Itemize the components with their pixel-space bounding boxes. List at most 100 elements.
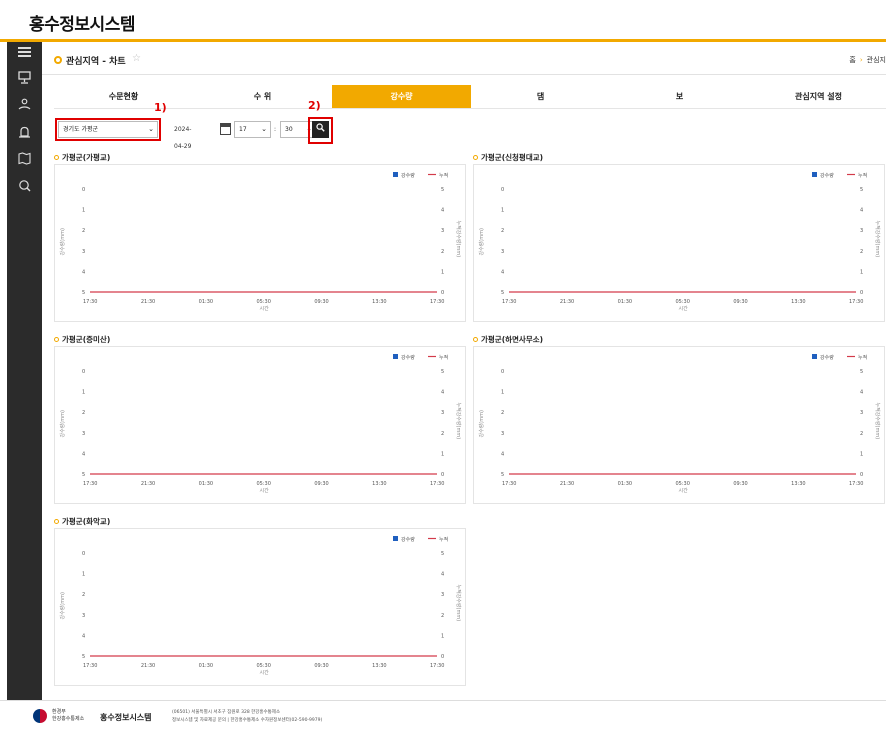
app-title[interactable]: 홍수정보시스템: [29, 10, 135, 35]
y-tick-left: 5: [82, 654, 85, 660]
legend-label-cumulative: 누적: [439, 536, 448, 543]
x-tick-label: 17:30: [83, 299, 97, 305]
y-tick-left: 0: [82, 369, 85, 375]
y-tick-right: 1: [441, 451, 444, 457]
alarm-icon[interactable]: [7, 124, 42, 146]
x-tick-label: 01:30: [199, 663, 213, 669]
chart-title: 가평군(증미산): [54, 334, 110, 345]
time-separator: :: [274, 126, 277, 133]
x-tick-label: 09:30: [314, 299, 328, 305]
chart-title-dot-icon: [473, 337, 478, 342]
legend-swatch-rainfall: [812, 354, 817, 359]
page-title: 관심지역 - 차트: [66, 57, 126, 67]
hour-select[interactable]: 17 ⌄: [234, 121, 271, 138]
x-tick-label: 17:30: [849, 299, 863, 305]
y-tick-left: 3: [501, 249, 504, 255]
y-tick-right: 1: [860, 269, 863, 275]
y-tick-left: 2: [82, 228, 85, 234]
chart-svg: 강수량 누적 0 1 2 3 4 5 5 4 3 2 1 0 강수량(mm) 누적강수량(mm) 17:30 21…: [59, 354, 462, 494]
chart-svg: 강수량 누적 0 1 2 3 4 5 5 4 3 2 1 0 강수량(mm) 누적강수량(mm) 17:30 21…: [59, 172, 462, 312]
annotation-label-1: 1): [154, 101, 167, 114]
x-tick-label: 01:30: [618, 481, 632, 487]
y-tick-right: 4: [860, 390, 863, 396]
footer-address-block: (06501) 서울특별시 서초구 잠원로 328 한강홍수통제소 정보시스템 …: [172, 709, 322, 725]
x-tick-label: 09:30: [733, 481, 747, 487]
y-tick-right: 4: [441, 390, 444, 396]
x-tick-label: 17:30: [502, 299, 516, 305]
y-tick-left: 1: [82, 572, 85, 578]
chart-panel: 강수량 누적 0 1 2 3 4 5 5 4 3 2 1 0 강수량(mm) 누적강수량(mm) 17:30 21…: [54, 346, 466, 504]
tab-interest-settings[interactable]: 관심지역 설정: [749, 85, 886, 108]
legend-label-cumulative: 누적: [439, 172, 448, 179]
legend-label-cumulative: 누적: [858, 354, 867, 361]
annotation-label-2: 2): [308, 99, 321, 112]
y-tick-right: 0: [441, 654, 444, 660]
menu-icon[interactable]: [7, 44, 42, 66]
x-axis-title: 시간: [260, 487, 270, 494]
breadcrumb-home[interactable]: 홈: [849, 56, 855, 64]
search-chart-icon[interactable]: [7, 178, 42, 200]
x-tick-label: 13:30: [372, 481, 386, 487]
chart-title-text: 가평군(신청평대교): [481, 153, 544, 162]
y-tick-right: 2: [860, 249, 863, 255]
y-tick-right: 2: [441, 249, 444, 255]
tab-dam[interactable]: 댐: [471, 85, 610, 108]
y-tick-left: 1: [501, 208, 504, 214]
legend-swatch-rainfall: [393, 536, 398, 541]
x-tick-label: 17:30: [849, 481, 863, 487]
calendar-icon[interactable]: [220, 123, 231, 135]
y-tick-right: 5: [860, 187, 863, 193]
page-title-icon: [54, 56, 62, 64]
y-tick-left: 4: [82, 633, 85, 639]
date-field[interactable]: 2024-04-29: [174, 121, 191, 150]
map-icon[interactable]: [7, 151, 42, 173]
tab-hydro-status[interactable]: 수문현황: [54, 85, 193, 108]
breadcrumb-current[interactable]: 관심지: [867, 56, 886, 64]
y-tick-left: 2: [501, 228, 504, 234]
footer-org-line1: 환경부: [52, 709, 66, 715]
chevron-down-icon: ⌄: [261, 125, 267, 133]
y-tick-left: 0: [82, 551, 85, 557]
x-tick-label: 09:30: [314, 663, 328, 669]
y-tick-right: 4: [441, 208, 444, 214]
breadcrumb-separator-icon: ›: [859, 56, 863, 64]
tab-weir[interactable]: 보: [610, 85, 749, 108]
y-tick-left: 3: [82, 613, 85, 619]
y-axis-title-right: 누적강수량(mm): [455, 585, 462, 622]
y-tick-right: 1: [441, 269, 444, 275]
y-tick-left: 5: [501, 472, 504, 478]
x-tick-label: 17:30: [430, 663, 444, 669]
favorite-star-icon[interactable]: ☆: [132, 53, 141, 64]
y-tick-left: 4: [501, 451, 504, 457]
monitor-icon[interactable]: [7, 70, 42, 92]
y-axis-title-left: 강수량(mm): [478, 410, 485, 437]
chart-gapyeong-bridge: 가평군(가평교) 강수량 누적 0 1 2 3 4 5 5 4 3 2 1 0 강수량(mm) 누적강수량(mm…: [54, 152, 466, 322]
annotation-box-2: [308, 117, 333, 144]
water-person-icon[interactable]: [7, 97, 42, 119]
y-tick-left: 1: [501, 390, 504, 396]
chart-svg: 강수량 누적 0 1 2 3 4 5 5 4 3 2 1 0 강수량(mm) 누적강수량(mm) 17:30 21…: [478, 354, 881, 494]
chart-title: 가평군(하면사무소): [473, 334, 543, 345]
y-tick-right: 3: [441, 410, 444, 416]
y-tick-left: 5: [82, 290, 85, 296]
breadcrumb: 홈 › 관심지: [849, 55, 886, 65]
chart-hwaak-bridge: 가평군(화악교) 강수량 누적 0 1 2 3 4 5 5 4 3 2 1 0 강수량(mm) 누적강수량(mm…: [54, 516, 466, 686]
chart-jeungmisan: 가평군(증미산) 강수량 누적 0 1 2 3 4 5 5 4 3 2 1 0 강수량(mm) 누적강수량(mm…: [54, 334, 466, 504]
legend-swatch-rainfall: [393, 172, 398, 177]
chart-title-text: 가평군(증미산): [62, 335, 111, 344]
y-tick-right: 5: [441, 551, 444, 557]
x-tick-label: 17:30: [83, 663, 97, 669]
x-tick-label: 21:30: [141, 299, 155, 305]
x-tick-label: 13:30: [372, 299, 386, 305]
y-tick-right: 0: [441, 290, 444, 296]
legend-label-rainfall: 강수량: [401, 172, 415, 179]
y-tick-right: 0: [441, 472, 444, 478]
x-tick-label: 09:30: [733, 299, 747, 305]
main-content: 관심지역 - 차트 ☆ 홈 › 관심지 수문현황 수 위 강수량 댐 보 관심지역 …: [42, 45, 886, 700]
y-tick-left: 2: [501, 410, 504, 416]
x-tick-label: 21:30: [560, 481, 574, 487]
y-tick-right: 1: [860, 451, 863, 457]
tab-rainfall[interactable]: 강수량: [332, 85, 471, 108]
y-axis-title-right: 누적강수량(mm): [455, 403, 462, 440]
y-tick-left: 4: [82, 269, 85, 275]
